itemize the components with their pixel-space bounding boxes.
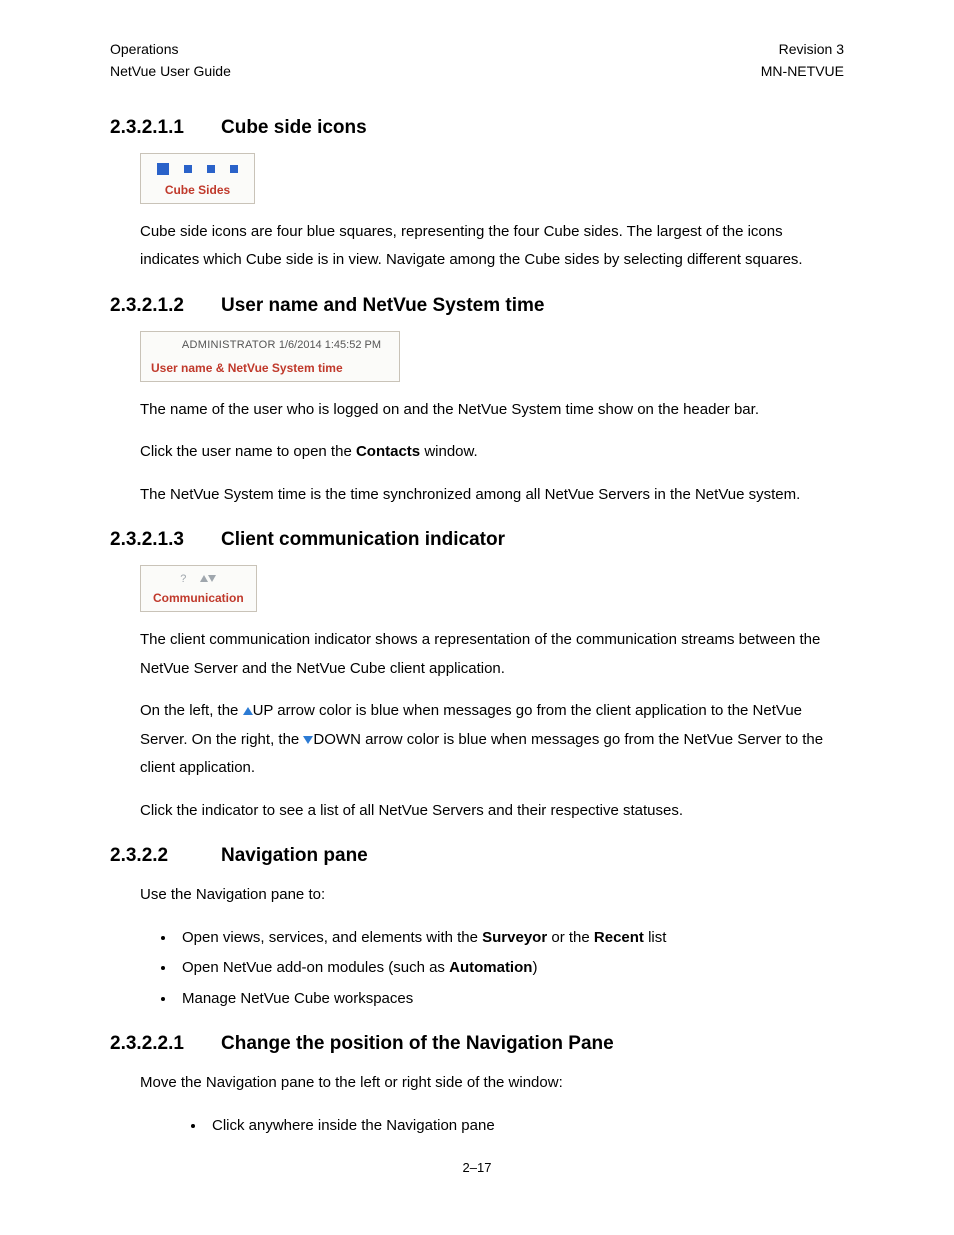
figure-user-time: ADMINISTRATOR 1/6/2014 1:45:52 PM User n… xyxy=(140,331,400,382)
header-doc-id: MN-NETVUE xyxy=(761,60,844,82)
down-arrow-icon xyxy=(208,575,216,582)
text-bold-automation: Automation xyxy=(449,959,532,976)
heading-user-name-system-time: 2.3.2.1.2User name and NetVue System tim… xyxy=(110,295,844,317)
list-item: Manage NetVue Cube workspaces xyxy=(176,985,844,1014)
system-time-label: 1/6/2014 1:45:52 PM xyxy=(279,339,381,351)
cube-side-icon xyxy=(184,165,192,173)
text-run: On the left, the xyxy=(140,702,243,719)
figure-caption: User name & NetVue System time xyxy=(141,357,399,381)
section-title: Client communication indicator xyxy=(221,529,505,550)
figure-caption: Cube Sides xyxy=(141,183,254,203)
heading-change-nav-position: 2.3.2.2.1Change the position of the Navi… xyxy=(110,1033,844,1055)
header-right: Revision 3 MN-NETVUE xyxy=(761,38,844,83)
heading-cube-side-icons: 2.3.2.1.1Cube side icons xyxy=(110,117,844,139)
figure-body: ADMINISTRATOR 1/6/2014 1:45:52 PM xyxy=(141,332,399,357)
text-run: or the xyxy=(547,929,594,946)
text-bold-recent: Recent xyxy=(594,929,644,946)
paragraph: The NetVue System time is the time synch… xyxy=(110,481,844,510)
text-run: Open NetVue add-on modules (such as xyxy=(182,959,449,976)
figure-caption: Communication xyxy=(141,591,256,611)
cube-side-icon xyxy=(230,165,238,173)
cube-side-icon-active xyxy=(157,163,169,175)
section-number: 2.3.2.1.3 xyxy=(110,529,221,551)
text-run: Open views, services, and elements with … xyxy=(182,929,482,946)
page-number: 2–17 xyxy=(110,1160,844,1175)
arrow-pair-icon xyxy=(200,573,216,585)
paragraph: Click the indicator to see a list of all… xyxy=(110,797,844,826)
text-run: list xyxy=(644,929,667,946)
bullet-list: Open views, services, and elements with … xyxy=(110,924,844,1014)
figure-body xyxy=(141,154,254,183)
page-header: Operations NetVue User Guide Revision 3 … xyxy=(110,38,844,83)
paragraph: Move the Navigation pane to the left or … xyxy=(110,1069,844,1098)
document-page: Operations NetVue User Guide Revision 3 … xyxy=(0,0,954,1215)
list-item: Click anywhere inside the Navigation pan… xyxy=(206,1112,844,1141)
text-bold-surveyor: Surveyor xyxy=(482,929,547,946)
up-arrow-icon xyxy=(243,707,253,715)
header-doc-title: NetVue User Guide xyxy=(110,60,231,82)
paragraph: Cube side icons are four blue squares, r… xyxy=(110,218,844,275)
paragraph: Click the user name to open the Contacts… xyxy=(110,438,844,467)
heading-client-communication: 2.3.2.1.3Client communication indicator xyxy=(110,529,844,551)
list-item: Open NetVue add-on modules (such as Auto… xyxy=(176,954,844,983)
text-bold-contacts: Contacts xyxy=(356,443,420,460)
figure-communication: ? Communication xyxy=(140,565,257,612)
heading-navigation-pane: 2.3.2.2Navigation pane xyxy=(110,845,844,867)
section-title: Navigation pane xyxy=(221,845,368,866)
paragraph: The name of the user who is logged on an… xyxy=(110,396,844,425)
figure-cube-sides: Cube Sides xyxy=(140,153,255,204)
communication-symbols: ? xyxy=(153,573,244,585)
section-title: Cube side icons xyxy=(221,117,367,138)
section-title: User name and NetVue System time xyxy=(221,295,544,316)
down-arrow-icon xyxy=(303,736,313,744)
up-arrow-icon xyxy=(200,575,208,582)
cube-side-icons xyxy=(153,161,242,177)
user-name-label: ADMINISTRATOR xyxy=(182,339,276,351)
bullet-list: Click anywhere inside the Navigation pan… xyxy=(110,1112,844,1141)
section-number: 2.3.2.2 xyxy=(110,845,221,867)
section-number: 2.3.2.1.2 xyxy=(110,295,221,317)
text-run: ) xyxy=(532,959,537,976)
paragraph: Use the Navigation pane to: xyxy=(110,881,844,910)
section-number: 2.3.2.1.1 xyxy=(110,117,221,139)
text-run: Click the user name to open the xyxy=(140,443,356,460)
text-run: window. xyxy=(420,443,478,460)
section-number: 2.3.2.2.1 xyxy=(110,1033,221,1055)
paragraph: On the left, the UP arrow color is blue … xyxy=(110,697,844,783)
header-left: Operations NetVue User Guide xyxy=(110,38,231,83)
list-item: Open views, services, and elements with … xyxy=(176,924,844,953)
user-time-display: ADMINISTRATOR 1/6/2014 1:45:52 PM xyxy=(153,339,387,351)
paragraph: The client communication indicator shows… xyxy=(110,626,844,683)
question-mark-icon: ? xyxy=(180,573,186,585)
figure-body: ? xyxy=(141,566,256,591)
header-revision: Revision 3 xyxy=(761,38,844,60)
header-section-name: Operations xyxy=(110,38,231,60)
cube-side-icon xyxy=(207,165,215,173)
section-title: Change the position of the Navigation Pa… xyxy=(221,1033,614,1054)
